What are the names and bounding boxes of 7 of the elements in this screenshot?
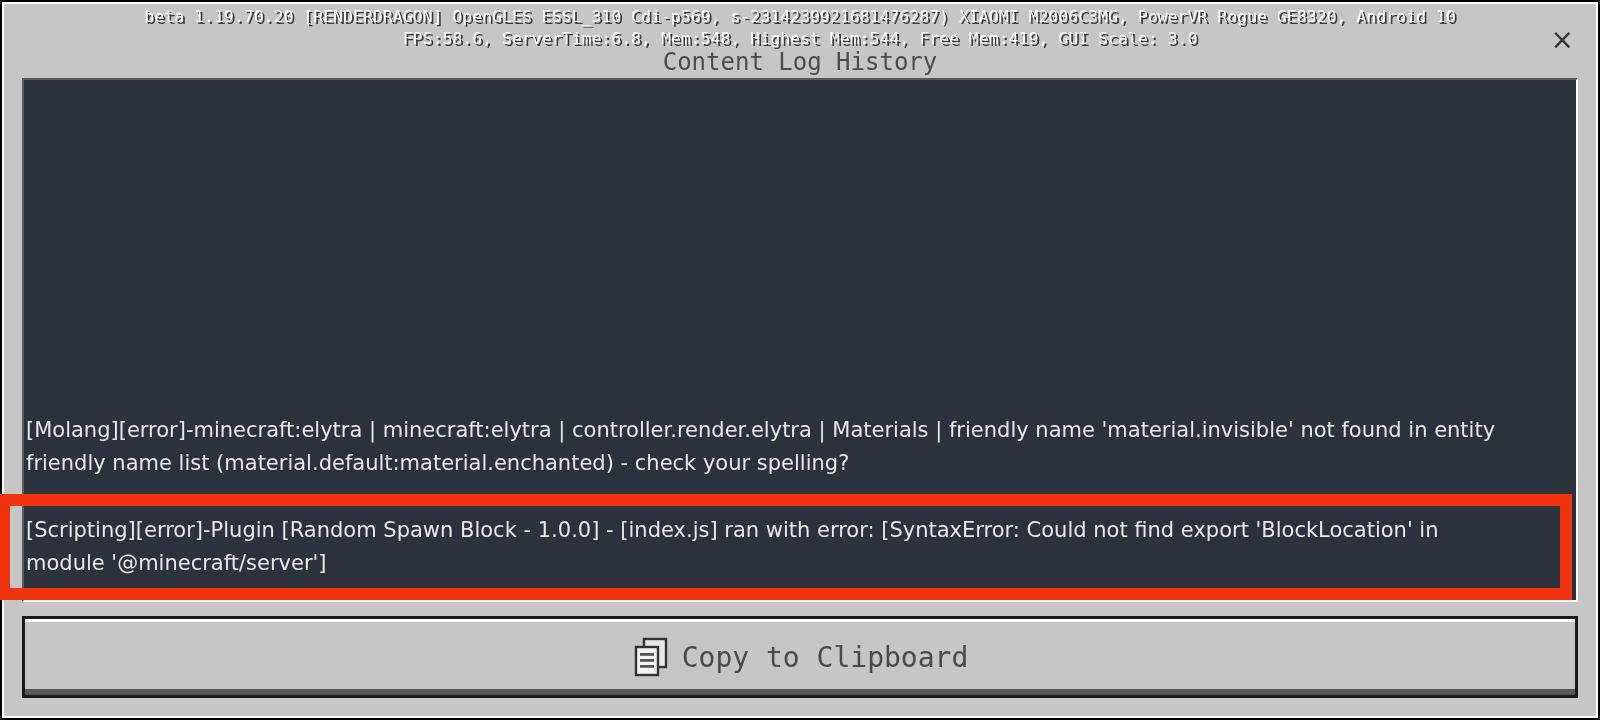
debug-info-text: beta 1.19.70.20 [RENDERDRAGON] OpenGLES ESSL_310 Cdi-p569, s-2314239921681476287) XIAOMI M2006C3MG, PowerVR Rogue GE8320, Android 10 [144, 6, 1456, 28]
debug-info-text: FPS:58.6, ServerTime:6.8, Mem:548, Highest Mem:544, Free Mem:419, GUI Scale: 3.0 [402, 28, 1198, 50]
copy-to-clipboard-button[interactable]: Copy to Clipboard [22, 616, 1578, 698]
log-message: [Molang][error]-minecraft:elytra | minecraft:elytra | controller.render.elytra | Materials | friendly name 'material.invisible' not found in entity friendly name list (material.default:material.enchanted) - check your spelling? [26, 417, 1497, 477]
close-button[interactable]: × [1546, 26, 1578, 54]
log-message: [Scripting][error]-Plugin [Random Spawn Block - 1.0.0] - [index.js] ran with error: [SyntaxError: Could not find export 'BlockLocation' in module '@minecraft/server'] [26, 517, 1440, 577]
window-title: Content Log History [662, 49, 938, 75]
